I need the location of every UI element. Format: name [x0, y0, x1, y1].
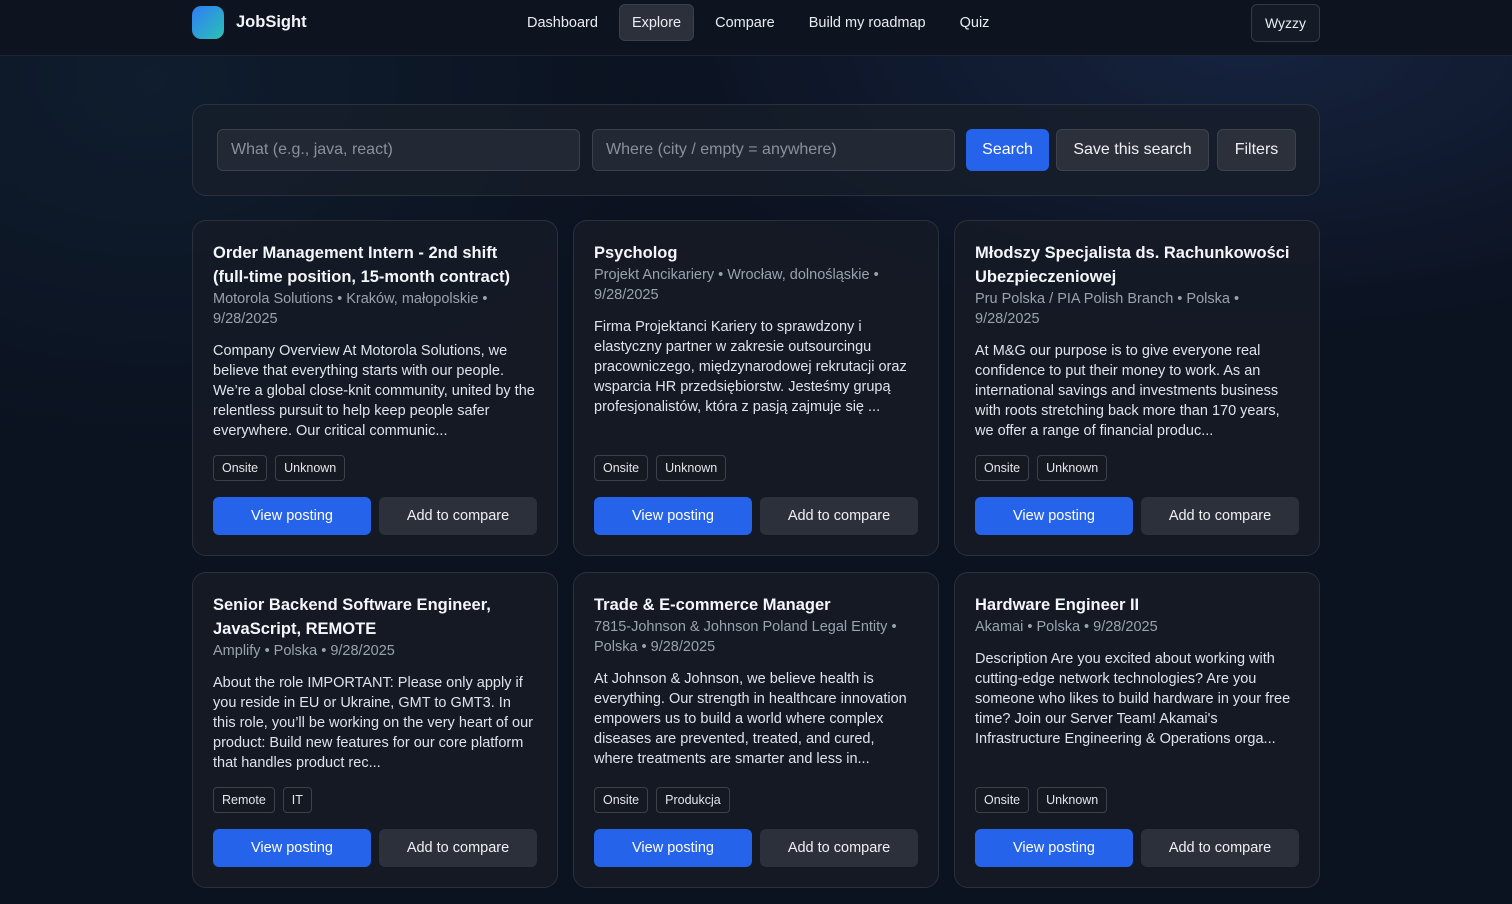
- job-card: Trade & E-commerce Manager 7815-Johnson …: [573, 572, 939, 888]
- job-description: Description Are you excited about workin…: [975, 651, 1291, 747]
- job-date: 9/28/2025: [594, 287, 659, 303]
- search-where-input[interactable]: [592, 129, 955, 171]
- view-posting-button[interactable]: View posting: [213, 829, 371, 867]
- job-tags: Onsite Unknown: [213, 455, 346, 481]
- job-actions: View posting Add to compare: [975, 829, 1299, 867]
- job-tag: Onsite: [975, 787, 1030, 813]
- nav-item-explore[interactable]: Explore: [618, 4, 695, 41]
- job-meta: Akamai • Polska • 9/28/2025: [975, 617, 1299, 637]
- job-actions: View posting Add to compare: [594, 829, 918, 867]
- view-posting-button[interactable]: View posting: [594, 829, 752, 867]
- job-tag: Onsite: [213, 455, 268, 481]
- job-description: Firma Projektanci Kariery to sprawdzony …: [594, 319, 907, 415]
- job-tags: Onsite Unknown: [594, 455, 727, 481]
- save-search-button[interactable]: Save this search: [1056, 129, 1209, 171]
- job-actions: View posting Add to compare: [594, 497, 918, 535]
- view-posting-button[interactable]: View posting: [213, 497, 371, 535]
- job-tag: Unknown: [1037, 787, 1108, 813]
- job-company-location-date: Akamai • Polska • 9/28/2025: [975, 619, 1158, 635]
- job-tag: Produkcja: [656, 787, 730, 813]
- view-posting-button[interactable]: View posting: [594, 497, 752, 535]
- search-button[interactable]: Search: [966, 129, 1049, 171]
- job-meta: Projekt Ancikariery • Wrocław, dolnośląs…: [594, 265, 918, 305]
- job-date: 9/28/2025: [213, 311, 278, 327]
- job-title: Senior Backend Software Engineer, JavaSc…: [213, 596, 491, 638]
- add-to-compare-button[interactable]: Add to compare: [1141, 497, 1299, 535]
- job-date: 9/28/2025: [975, 311, 1040, 327]
- job-description: About the role IMPORTANT: Please only ap…: [213, 675, 533, 771]
- job-tags: Onsite Unknown: [975, 455, 1108, 481]
- job-card: Psycholog Projekt Ancikariery • Wrocław,…: [573, 220, 939, 556]
- search-panel: Search Save this search Filters: [192, 104, 1320, 196]
- job-meta: 7815-Johnson & Johnson Poland Legal Enti…: [594, 617, 918, 657]
- add-to-compare-button[interactable]: Add to compare: [1141, 829, 1299, 867]
- job-title: Order Management Intern - 2nd shift (ful…: [213, 244, 510, 286]
- job-company-location: Motorola Solutions • Kraków, małopolskie…: [213, 291, 488, 307]
- job-tags: Onsite Produkcja: [594, 787, 730, 813]
- add-to-compare-button[interactable]: Add to compare: [379, 497, 537, 535]
- job-actions: View posting Add to compare: [975, 497, 1299, 535]
- job-actions: View posting Add to compare: [213, 497, 537, 535]
- view-posting-button[interactable]: View posting: [975, 829, 1133, 867]
- job-company-location: Projekt Ancikariery • Wrocław, dolnośląs…: [594, 267, 879, 283]
- job-location-date: Polska • 9/28/2025: [594, 639, 716, 655]
- top-navbar: JobSight Dashboard Explore Compare Build…: [0, 0, 1512, 56]
- job-tag: Onsite: [594, 455, 649, 481]
- job-tag: Unknown: [656, 455, 727, 481]
- add-to-compare-button[interactable]: Add to compare: [379, 829, 537, 867]
- job-description: At M&G our purpose is to give everyone r…: [975, 343, 1280, 439]
- nav-item-build-roadmap[interactable]: Build my roadmap: [796, 4, 939, 41]
- job-meta: Pru Polska / PIA Polish Branch • Polska …: [975, 289, 1299, 329]
- job-tag: Unknown: [275, 455, 346, 481]
- brand[interactable]: JobSight: [192, 6, 307, 39]
- add-to-compare-button[interactable]: Add to compare: [760, 497, 918, 535]
- view-posting-button[interactable]: View posting: [975, 497, 1133, 535]
- job-card: Młodszy Specjalista ds. Rachunkowości Ub…: [954, 220, 1320, 556]
- job-description: Company Overview At Motorola Solutions, …: [213, 343, 535, 439]
- job-meta: Motorola Solutions • Kraków, małopolskie…: [213, 289, 537, 329]
- job-title: Psycholog: [594, 244, 678, 262]
- job-card: Order Management Intern - 2nd shift (ful…: [192, 220, 558, 556]
- job-description: At Johnson & Johnson, we believe health …: [594, 671, 907, 767]
- job-card: Senior Backend Software Engineer, JavaSc…: [192, 572, 558, 888]
- job-meta: Amplify • Polska • 9/28/2025: [213, 641, 537, 661]
- job-tag: IT: [282, 787, 312, 813]
- nav-item-dashboard[interactable]: Dashboard: [514, 4, 611, 41]
- job-company-location: 7815-Johnson & Johnson Poland Legal Enti…: [594, 619, 897, 635]
- job-actions: View posting Add to compare: [213, 829, 537, 867]
- nav-item-compare[interactable]: Compare: [702, 4, 788, 41]
- nav-item-quiz[interactable]: Quiz: [947, 4, 1003, 41]
- app-name: JobSight: [236, 13, 307, 31]
- job-company-location: Pru Polska / PIA Polish Branch • Polska …: [975, 291, 1240, 307]
- job-tag: Onsite: [594, 787, 649, 813]
- job-tags: Onsite Unknown: [975, 787, 1108, 813]
- job-tag: Onsite: [975, 455, 1030, 481]
- job-company-location-date: Amplify • Polska • 9/28/2025: [213, 643, 395, 659]
- job-tag: Unknown: [1037, 455, 1108, 481]
- job-card: Hardware Engineer II Akamai • Polska • 9…: [954, 572, 1320, 888]
- job-tag: Remote: [213, 787, 275, 813]
- user-menu-button[interactable]: Wyzzy: [1251, 4, 1320, 42]
- search-what-input[interactable]: [217, 129, 580, 171]
- job-tags: Remote IT: [213, 787, 312, 813]
- main-nav: Dashboard Explore Compare Build my roadm…: [514, 4, 1002, 41]
- job-title: Trade & E-commerce Manager: [594, 596, 831, 614]
- job-title: Hardware Engineer II: [975, 596, 1140, 614]
- app-logo: [192, 6, 224, 39]
- add-to-compare-button[interactable]: Add to compare: [760, 829, 918, 867]
- filters-button[interactable]: Filters: [1217, 129, 1296, 171]
- job-title: Młodszy Specjalista ds. Rachunkowości Ub…: [975, 244, 1290, 286]
